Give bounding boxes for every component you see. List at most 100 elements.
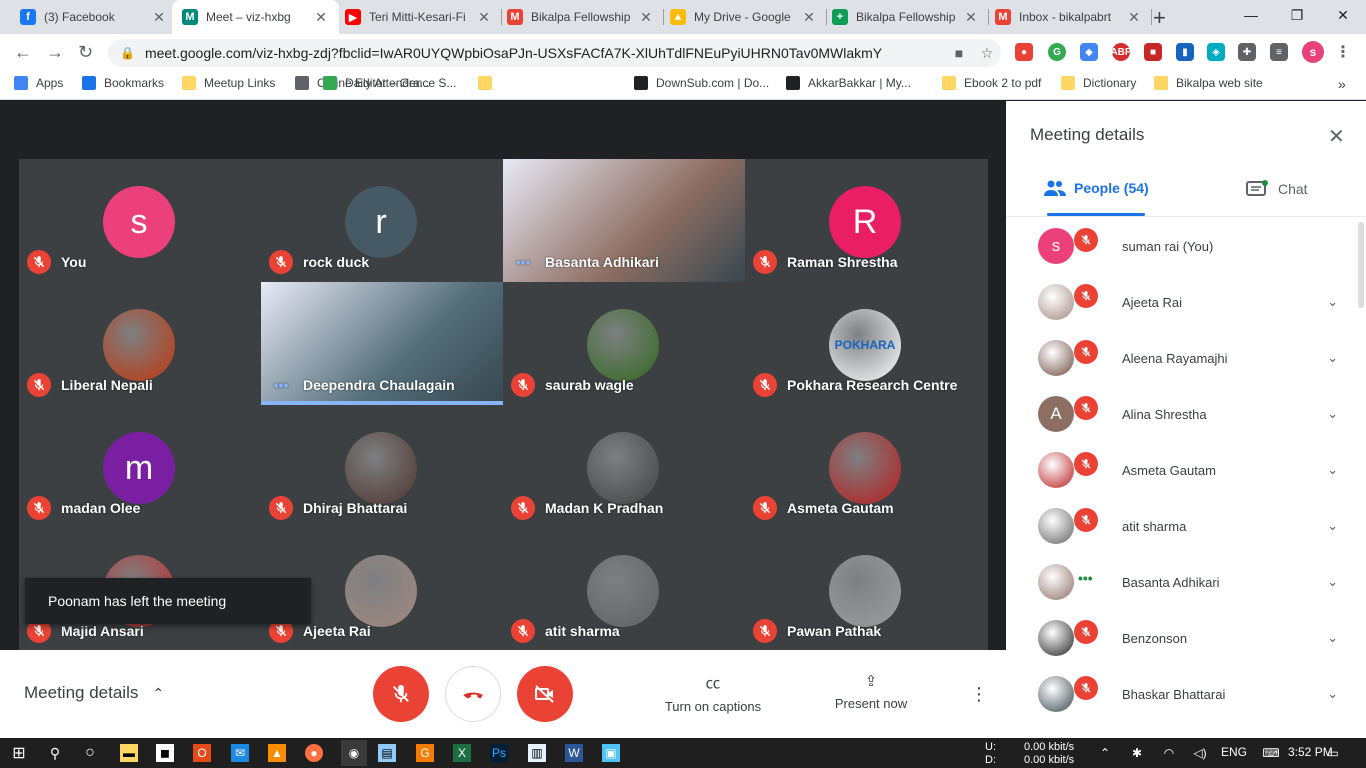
close-tab-icon[interactable]: ✕ <box>313 9 329 26</box>
mail-icon[interactable]: ✉ <box>231 744 249 762</box>
extension-icon[interactable]: ● <box>1015 43 1033 61</box>
volume-icon[interactable]: ◁) <box>1191 744 1209 762</box>
bookmark-item[interactable]: Ebook 2 to pdf <box>942 76 1041 90</box>
browser-tab[interactable]: M Inbox - bikalpabrt ✕ <box>985 0 1152 34</box>
more-bookmarks-icon[interactable]: » <box>1338 76 1346 92</box>
minimize-icon[interactable]: — <box>1228 0 1274 30</box>
browser-tab[interactable]: ▶ Teri Mitti-Kesari-Fi ✕ <box>335 0 502 34</box>
chevron-down-icon[interactable]: ⌄ <box>1327 462 1338 478</box>
office-icon[interactable]: O <box>193 744 211 762</box>
participant-tile[interactable]: Dhiraj Bhattarai <box>261 405 503 528</box>
chevron-down-icon[interactable]: ⌄ <box>1327 630 1338 646</box>
browser-tab[interactable]: f (3) Facebook ✕ <box>10 0 177 34</box>
participant-tile[interactable]: atit sharma <box>503 528 745 650</box>
participant-list-item[interactable]: Asmeta Gautam ⌄ <box>1038 442 1338 498</box>
bookmark-item[interactable]: AkkarBakkar | My... <box>786 76 911 90</box>
close-tab-icon[interactable]: ✕ <box>476 9 492 26</box>
bookmark-item[interactable]: Meetup Links <box>182 76 275 90</box>
mic-toggle-button[interactable] <box>373 666 429 722</box>
chevron-down-icon[interactable]: ⌄ <box>1327 518 1338 534</box>
present-now-button[interactable]: ⇪ Present now <box>832 672 910 711</box>
close-tab-icon[interactable]: ✕ <box>151 9 167 26</box>
browser-tab[interactable]: M Bikalpa Fellowship ✕ <box>497 0 664 34</box>
bookmark-item[interactable]: Bikalpa web site <box>1154 76 1263 90</box>
firefox-icon[interactable]: ● <box>305 744 323 762</box>
close-tab-icon[interactable]: ✕ <box>638 9 654 26</box>
participant-list-item[interactable]: atit sharma ⌄ <box>1038 498 1338 554</box>
windows-start-icon[interactable]: ⊞ <box>10 744 28 762</box>
url-bar[interactable]: 🔒 meet.google.com/viz-hxbg-zdj?fbclid=Iw… <box>108 39 1001 67</box>
participant-tile[interactable]: POKHARA Pokhara Research Centre <box>745 282 987 405</box>
browser-tab[interactable]: + Bikalpa Fellowship ✕ <box>822 0 989 34</box>
chrome-icon[interactable]: ◉ <box>341 740 367 766</box>
notification-icon[interactable]: ▭ <box>1324 744 1342 762</box>
close-panel-icon[interactable]: ✕ <box>1328 124 1345 149</box>
participant-tile[interactable]: Pawan Pathak <box>745 528 987 650</box>
file-explorer-icon[interactable]: ▬ <box>120 744 138 762</box>
participant-tile[interactable]: saurab wagle <box>503 282 745 405</box>
bookmark-item[interactable]: Daily Attendence S... <box>323 76 456 90</box>
reload-icon[interactable]: ↻ <box>78 42 93 63</box>
search-icon[interactable]: ⚲ <box>46 744 64 762</box>
store-icon[interactable]: ◼ <box>156 744 174 762</box>
chevron-up-icon[interactable]: ⌃ <box>1096 744 1114 762</box>
participant-tile[interactable]: r rock duck <box>261 159 503 282</box>
word-icon[interactable]: W <box>565 744 583 762</box>
forward-icon[interactable]: → <box>46 42 64 63</box>
participant-tile[interactable]: Liberal Nepali <box>19 282 261 405</box>
extension-icon[interactable]: ■ <box>1144 43 1162 61</box>
browser-tab[interactable]: ▲ My Drive - Google ✕ <box>660 0 827 34</box>
extension-icon[interactable]: ◈ <box>1207 43 1225 61</box>
bookmark-folder[interactable] <box>478 76 500 90</box>
app-icon[interactable]: ▣ <box>602 744 620 762</box>
chevron-down-icon[interactable]: ⌄ <box>1327 350 1338 366</box>
participant-tile[interactable]: m madan Olee <box>19 405 261 528</box>
participant-tile[interactable]: ••• Basanta Adhikari <box>503 159 745 282</box>
new-tab-button[interactable]: + <box>1153 5 1166 31</box>
language-indicator[interactable]: ENG <box>1221 745 1247 759</box>
bookmark-item[interactable]: Bookmarks <box>82 76 164 90</box>
participant-tile[interactable]: Madan K Pradhan <box>503 405 745 528</box>
chevron-down-icon[interactable]: ⌄ <box>1327 294 1338 310</box>
participant-list-item[interactable]: Bhaskar Bhattarai ⌄ <box>1038 666 1338 722</box>
tab-chat[interactable]: Chat <box>1246 180 1308 198</box>
bookmark-star-icon[interactable]: ☆ <box>973 45 1001 62</box>
camera-icon[interactable]: ■ <box>945 45 973 61</box>
grammarly-icon[interactable]: G <box>1048 43 1066 61</box>
participant-list-item[interactable]: s suman rai (You) <box>1038 218 1338 274</box>
puzzle-icon[interactable]: ✚ <box>1238 43 1256 61</box>
participant-tile[interactable]: Asmeta Gautam <box>745 405 987 528</box>
extension-icon[interactable]: ▮ <box>1176 43 1194 61</box>
bookmark-item[interactable]: DownSub.com | Do... <box>634 76 769 90</box>
participant-list-item[interactable]: A Alina Shrestha ⌄ <box>1038 386 1338 442</box>
adblock-icon[interactable]: ABP <box>1110 43 1132 61</box>
camera-toggle-button[interactable] <box>517 666 573 722</box>
cortana-icon[interactable]: ○ <box>81 744 99 762</box>
keyboard-icon[interactable]: ⌨ <box>1262 744 1280 762</box>
restore-icon[interactable]: ❐ <box>1274 0 1320 30</box>
notepad-icon[interactable]: ▥ <box>528 744 546 762</box>
participant-tile[interactable]: ••• Deependra Chaulagain <box>261 282 503 405</box>
participant-tile[interactable]: s You <box>19 159 261 282</box>
close-tab-icon[interactable]: ✕ <box>1126 9 1142 26</box>
close-tab-icon[interactable]: ✕ <box>801 9 817 26</box>
wifi-icon[interactable]: ◠ <box>1160 744 1178 762</box>
app-icon[interactable]: ▤ <box>378 744 396 762</box>
bookmark-item[interactable]: Dictionary <box>1061 76 1136 90</box>
panel-scrollbar[interactable] <box>1358 222 1364 308</box>
tab-people[interactable]: People (54) <box>1044 180 1149 196</box>
network-adapter-icon[interactable]: ✱ <box>1128 744 1146 762</box>
participant-tile[interactable]: R Raman Shrestha <box>745 159 987 282</box>
browser-tab[interactable]: M Meet – viz-hxbg ✕ <box>172 0 339 34</box>
participant-list-item[interactable]: Aleena Rayamajhi ⌄ <box>1038 330 1338 386</box>
close-window-icon[interactable]: ✕ <box>1320 0 1366 30</box>
app-icon[interactable]: G <box>416 744 434 762</box>
chevron-down-icon[interactable]: ⌄ <box>1327 406 1338 422</box>
kebab-menu-icon[interactable]: ⋮ <box>1334 43 1352 61</box>
meeting-details-button[interactable]: Meeting details ⌃ <box>24 683 164 703</box>
leave-call-button[interactable] <box>445 666 501 722</box>
profile-avatar[interactable]: s <box>1302 41 1324 63</box>
participant-list-item[interactable]: Benzonson ⌄ <box>1038 610 1338 666</box>
participant-list-item[interactable]: Ajeeta Rai ⌄ <box>1038 274 1338 330</box>
captions-button[interactable]: ㏄ Turn on captions <box>660 672 766 714</box>
